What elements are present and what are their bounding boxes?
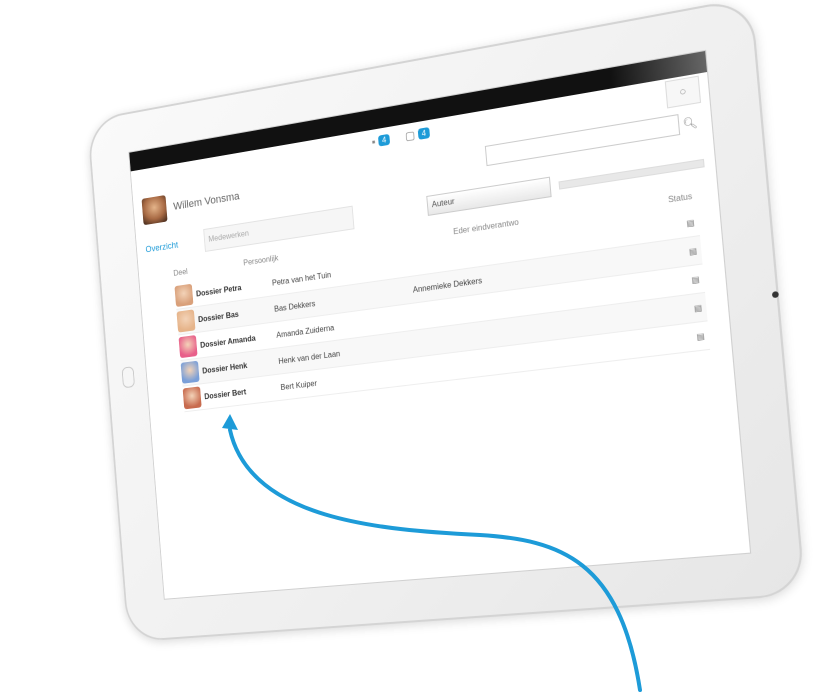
dossier-label: Dossier Amanda — [200, 333, 256, 349]
settings-button[interactable]: ○ — [665, 76, 701, 109]
camera-dot — [772, 291, 779, 298]
avatar — [179, 335, 198, 358]
tablet-device: ○ ▪ 4 ▢ 4 Willem Vonsma 🔍︎ Overzicht Med… — [87, 0, 806, 642]
chat-notification[interactable]: ▪ 4 — [371, 133, 390, 148]
notification-bar: ▪ 4 ▢ 4 — [371, 126, 430, 149]
chat-count-badge: 4 — [378, 134, 391, 147]
home-button[interactable] — [122, 366, 135, 388]
document-notification[interactable]: ▢ 4 — [405, 126, 431, 143]
avatar — [181, 361, 200, 384]
author-select[interactable]: Auteur — [426, 177, 551, 216]
document-count-badge: 4 — [417, 127, 430, 140]
tablet-bezel: ○ ▪ 4 ▢ 4 Willem Vonsma 🔍︎ Overzicht Med… — [87, 0, 806, 642]
tab-overview[interactable]: Overzicht — [145, 237, 197, 254]
status-icon[interactable]: ▤ — [598, 217, 699, 241]
status-icon[interactable]: ▤ — [608, 330, 710, 352]
dossier-label: Dossier Petra — [196, 283, 242, 298]
status-icon[interactable]: ▤ — [605, 302, 707, 324]
chat-icon: ▪ — [371, 136, 376, 148]
document-icon: ▢ — [405, 128, 416, 143]
dossier-label: Dossier Henk — [202, 361, 248, 375]
dossier-label: Dossier Bas — [198, 309, 239, 323]
filter-slider[interactable] — [558, 159, 704, 190]
search-icon[interactable]: 🔍︎ — [679, 114, 701, 131]
dossier-label: Dossier Bert — [204, 387, 247, 401]
avatar — [183, 386, 202, 409]
tablet-screen: ○ ▪ 4 ▢ 4 Willem Vonsma 🔍︎ Overzicht Med… — [128, 50, 751, 600]
avatar — [174, 284, 193, 307]
status-icon[interactable]: ▤ — [603, 273, 704, 296]
circle-icon: ○ — [679, 85, 687, 99]
avatar — [177, 309, 196, 332]
avatar[interactable] — [142, 195, 168, 225]
status-icon[interactable]: ▤ — [600, 245, 701, 268]
